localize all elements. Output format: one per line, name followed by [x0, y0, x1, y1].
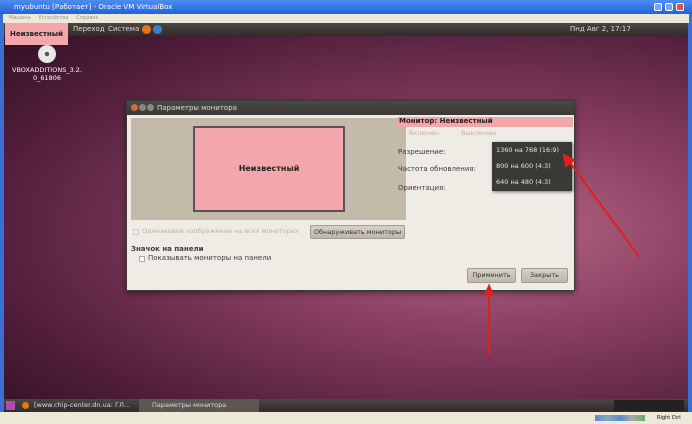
show-desktop-icon[interactable]: [6, 401, 15, 410]
arrowhead: [483, 283, 495, 296]
taskbar-item-browser[interactable]: [www.chip-center.dn.ua: ГЛ...: [34, 399, 130, 412]
workspace-switcher[interactable]: [614, 400, 684, 411]
arrowhead: [562, 153, 576, 168]
bottom-panel: [www.chip-center.dn.ua: ГЛ... Параметры …: [4, 399, 688, 412]
arrow-to-resolution: [567, 159, 641, 259]
taskbar-item-monitor[interactable]: Параметры монитора: [152, 399, 226, 412]
firefox-icon: [22, 402, 29, 409]
vbox-statusbar: Right Ctrl: [0, 412, 692, 424]
host-key-label: Right Ctrl: [657, 415, 681, 421]
annotation-arrows: [483, 153, 641, 355]
device-status-icons[interactable]: [595, 415, 645, 421]
